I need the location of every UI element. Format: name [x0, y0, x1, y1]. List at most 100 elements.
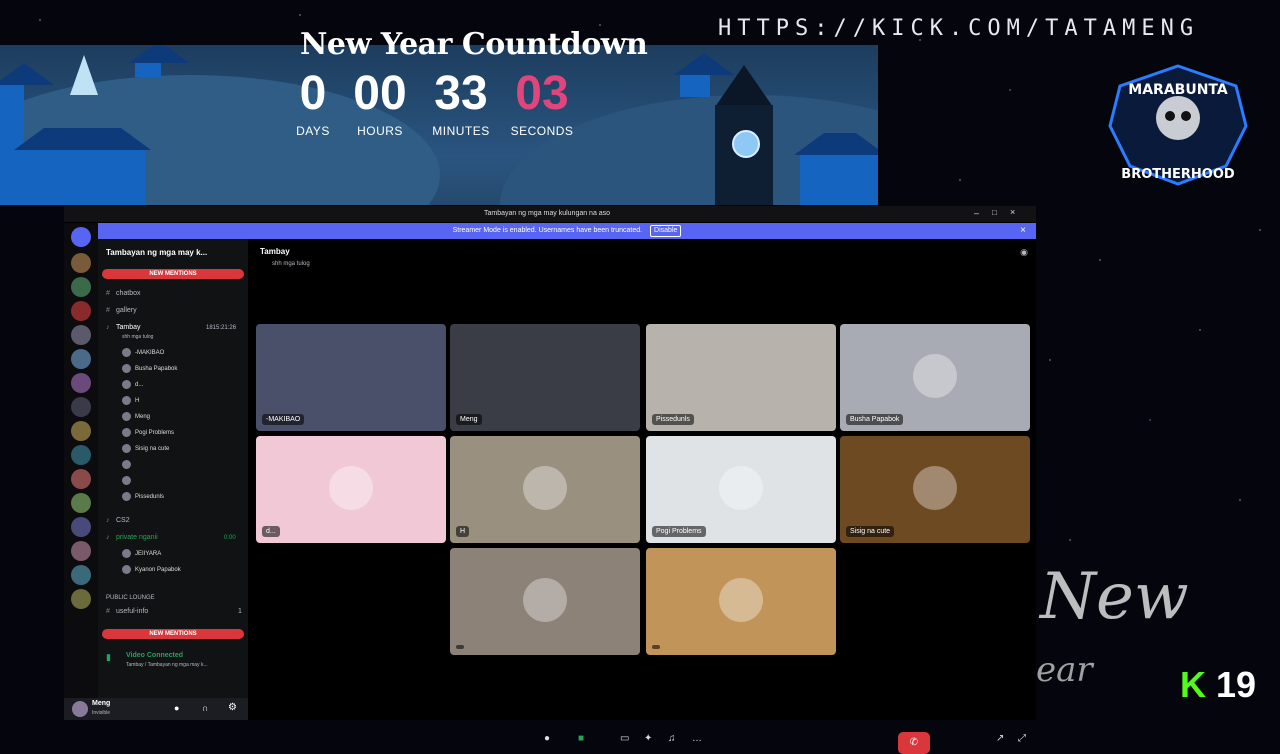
maximize-icon[interactable]: □ — [992, 208, 997, 217]
voice-user[interactable] — [122, 475, 135, 487]
server-icon[interactable] — [71, 253, 91, 273]
new-mentions-pill[interactable]: NEW MENTIONS — [102, 629, 244, 639]
server-icon[interactable] — [71, 325, 91, 345]
house-shape — [129, 45, 189, 77]
server-icon[interactable] — [71, 373, 91, 393]
avatar — [719, 578, 763, 622]
voice-user[interactable]: Kyanon Papabok — [122, 564, 181, 576]
speaker-icon: ♪ — [106, 534, 110, 541]
discord-window: Tambayan ng mga may kulungan na aso – □ … — [64, 206, 1036, 754]
avatar — [122, 427, 131, 437]
soundboard-icon[interactable]: ♫ — [668, 733, 676, 744]
server-icon[interactable] — [71, 541, 91, 561]
streamer-mode-banner: Streamer Mode is enabled. Usernames have… — [98, 223, 1036, 239]
minimize-icon[interactable]: – — [974, 208, 979, 218]
window-title: Tambayan ng mga may kulungan na aso — [484, 210, 611, 217]
server-icon[interactable] — [71, 493, 91, 513]
avatar[interactable] — [72, 701, 88, 717]
logo-bottom-text: BROTHERHOOD — [1121, 167, 1235, 182]
participant-name: -MAKIBAO — [262, 414, 305, 425]
disable-button[interactable]: Disable — [650, 225, 682, 237]
channel-gallery[interactable]: # gallery — [106, 305, 137, 317]
voice-channel-cs2[interactable]: ♪ CS2 — [106, 515, 130, 527]
voice-channel-tambay[interactable]: ♪ Tambay — [106, 322, 141, 334]
chat-icon[interactable]: ◉ — [1020, 247, 1028, 258]
close-icon[interactable]: × — [1010, 207, 1015, 217]
channel-sidebar: Tambayan ng mga may k... NEW MENTIONS # c… — [98, 239, 248, 720]
voice-user[interactable]: H — [122, 395, 139, 407]
more-icon[interactable]: … — [692, 733, 702, 744]
avatar — [122, 411, 131, 421]
voice-user[interactable]: JEIIYARA — [122, 548, 161, 560]
server-icon[interactable] — [71, 589, 91, 609]
video-tile[interactable]: Sisig na cute — [840, 436, 1030, 543]
activities-icon[interactable]: ✦ — [644, 733, 652, 744]
voice-location[interactable]: Tambay / Tambayan ng mga may k... — [126, 662, 208, 668]
video-tile[interactable]: Pogi Problems — [646, 436, 836, 543]
camera-icon[interactable]: ■ — [578, 733, 584, 744]
video-tile[interactable]: Meng — [450, 324, 640, 431]
voice-user[interactable]: Sisig na cute — [122, 443, 169, 455]
new-mentions-pill[interactable]: NEW MENTIONS — [102, 269, 244, 279]
server-icon[interactable] — [71, 565, 91, 585]
voice-user[interactable]: Busha Papabok — [122, 363, 177, 375]
video-tile[interactable]: Pissedunls — [646, 324, 836, 431]
gear-icon[interactable]: ⚙ — [228, 702, 237, 713]
voice-user[interactable]: Pissedunls — [122, 491, 164, 503]
server-icon[interactable] — [71, 517, 91, 537]
server-icon[interactable] — [71, 277, 91, 297]
voice-user[interactable]: -MAKIBAO — [122, 347, 164, 359]
user-panel: Meng Invisible ● ∩ ⚙ — [64, 698, 248, 720]
video-tile[interactable]: d... — [256, 436, 446, 543]
disconnect-button[interactable]: ✆ — [898, 732, 930, 754]
avatar — [122, 379, 131, 389]
countdown-hours: 00 HOURS — [353, 67, 407, 139]
participant-name: Busha Papabok — [846, 414, 904, 425]
mic-icon[interactable]: ● — [174, 703, 179, 713]
private-timer: 0:00 — [224, 535, 236, 541]
discord-home-icon[interactable] — [71, 227, 91, 247]
server-icon[interactable] — [71, 469, 91, 489]
voice-connected-label: Video Connected — [126, 652, 184, 659]
headset-icon[interactable]: ∩ — [202, 703, 208, 713]
server-icon[interactable] — [71, 397, 91, 417]
video-tile[interactable]: Busha Papabok — [840, 324, 1030, 431]
marabunta-logo: MARABUNTA BROTHERHOOD — [1108, 64, 1248, 186]
tower-roof — [715, 65, 773, 107]
voice-connected-panel: Video Connected Tambay / Tambayan ng mga… — [98, 650, 248, 680]
voice-user[interactable]: d... — [122, 379, 143, 391]
server-icon[interactable] — [71, 445, 91, 465]
voice-user[interactable]: Meng — [122, 411, 150, 423]
voice-user[interactable]: Pogi Problems — [122, 427, 174, 439]
category-public-lounge[interactable]: PUBLIC LOUNGE — [106, 592, 155, 604]
video-tile[interactable]: -MAKIBAO — [256, 324, 446, 431]
voice-status: shh mga tulog — [122, 334, 154, 340]
user-status: Invisible — [92, 710, 111, 716]
channel-title: Tambay — [260, 247, 290, 256]
screenshare-icon[interactable]: ▭ — [620, 733, 629, 744]
server-icon[interactable] — [71, 421, 91, 441]
fullscreen-icon[interactable]: ⤢ — [1018, 733, 1026, 744]
channel-useful-info[interactable]: # useful-info — [106, 606, 148, 618]
video-tile[interactable] — [450, 548, 640, 655]
participant-name: Pissedunls — [652, 414, 694, 425]
voice-channel-private[interactable]: ♪ private nganii — [106, 532, 158, 544]
window-titlebar: Tambayan ng mga may kulungan na aso – □ … — [64, 206, 1036, 222]
dismiss-icon[interactable]: × — [1020, 223, 1026, 239]
mic-icon[interactable]: ● — [544, 733, 550, 744]
kick-icon: K — [1180, 664, 1206, 705]
video-tile[interactable]: H — [450, 436, 640, 543]
server-icon[interactable] — [71, 301, 91, 321]
new-year-script-2: ear — [1036, 650, 1093, 690]
video-tile[interactable] — [646, 548, 836, 655]
tree-icon — [70, 55, 98, 95]
voice-user[interactable] — [122, 459, 135, 471]
channel-chatbox[interactable]: # chatbox — [106, 288, 141, 300]
voice-stage: Tambay shh mga tulog ◉ -MAKIBAO Meng Pisse… — [248, 239, 1036, 754]
server-name[interactable]: Tambayan ng mga may k... — [106, 248, 207, 257]
server-icon[interactable] — [71, 349, 91, 369]
popout-icon[interactable]: ↗ — [996, 733, 1004, 744]
house-shape — [14, 128, 151, 205]
avatar — [122, 443, 131, 453]
avatar — [122, 564, 131, 574]
